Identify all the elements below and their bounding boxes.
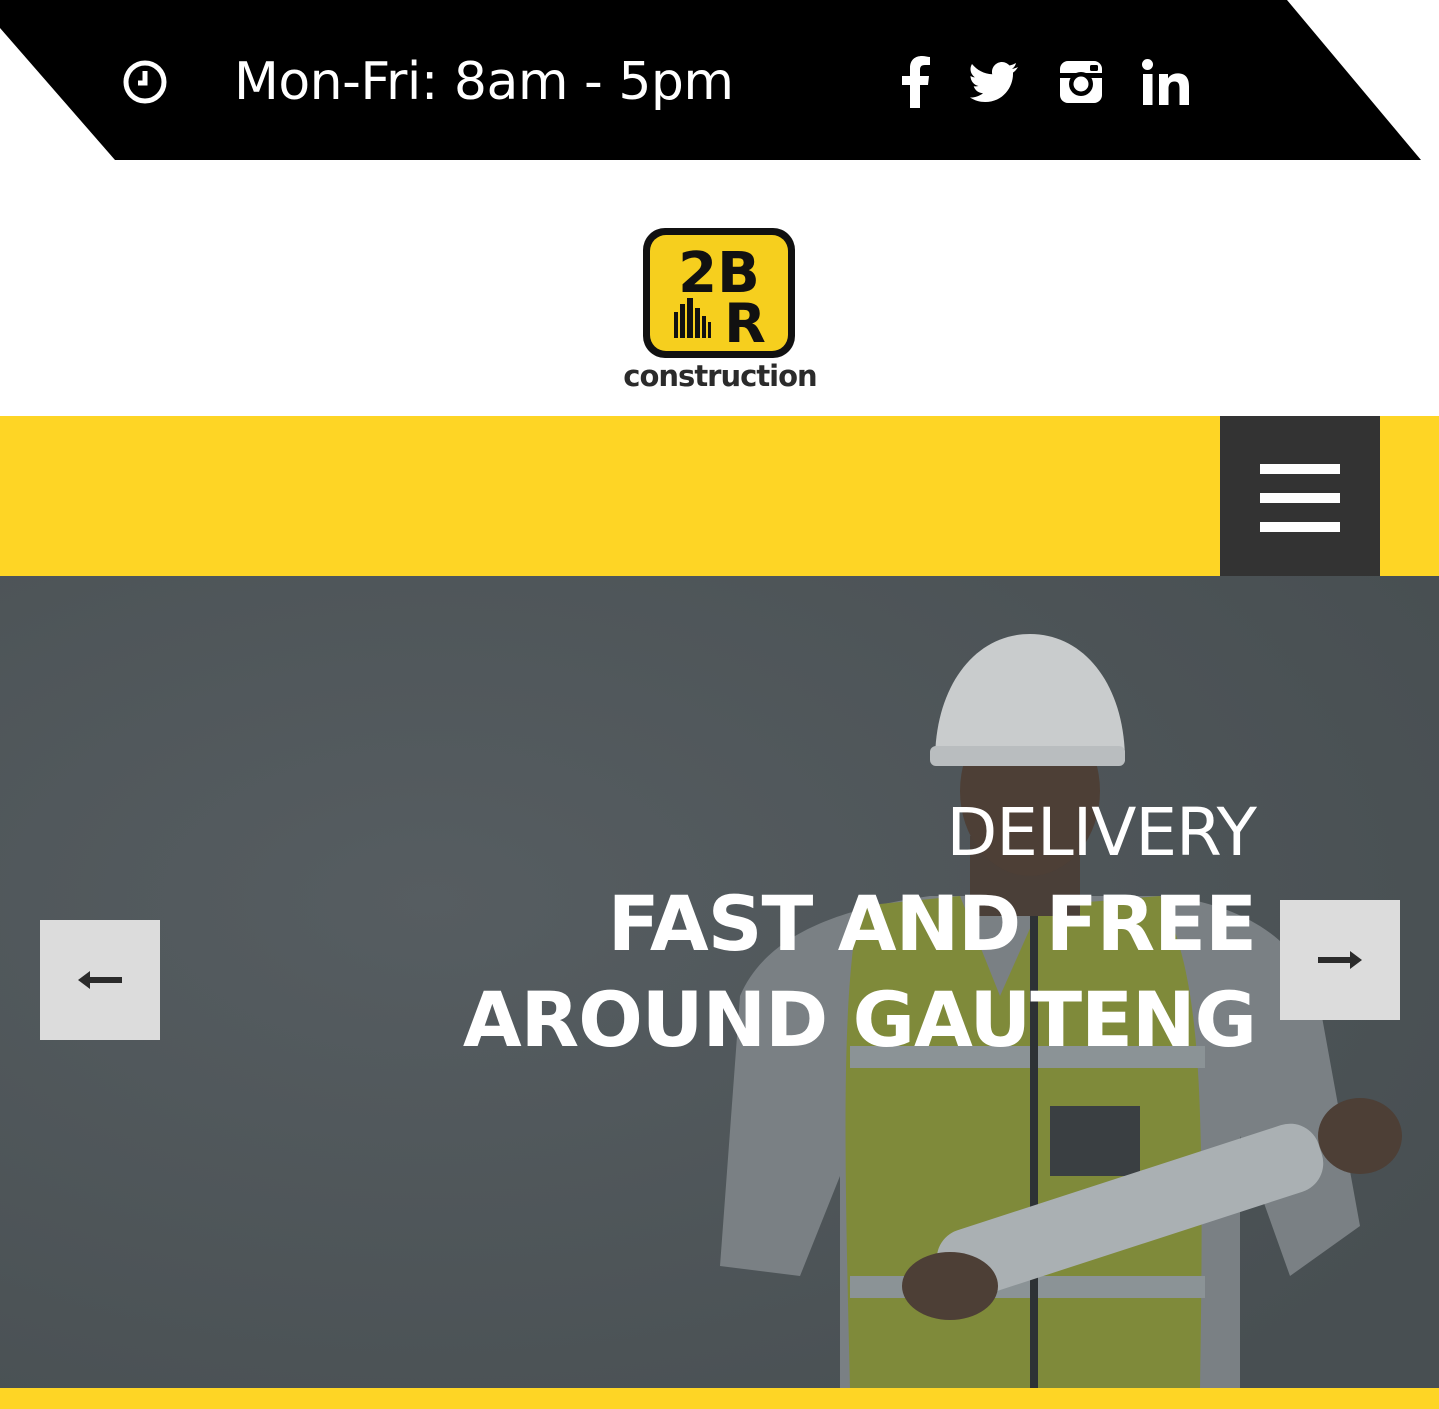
arrow-left-icon [78,971,122,989]
linkedin-icon [1142,59,1189,105]
logo-text-r: R [724,292,766,355]
logo-graphic: 2B R construction [623,228,818,393]
instagram-icon [1060,61,1102,103]
clock-icon [123,60,167,104]
facebook-link[interactable] [890,52,940,112]
twitter-link[interactable] [966,52,1022,112]
site-logo[interactable]: 2B R construction [612,224,827,394]
slider-next-button[interactable] [1280,900,1400,1020]
arrow-right-icon [1318,951,1362,969]
business-hours-text: Mon-Fri: 8am - 5pm [234,52,734,112]
hero-title-line-2: AROUND GAUTENG [462,975,1257,1064]
hero-slider: DELIVERY FAST AND FREE AROUND GAUTENG [0,576,1439,1388]
bottom-accent-strip [0,1388,1439,1409]
linkedin-link[interactable] [1138,52,1194,112]
facebook-icon [902,56,930,108]
instagram-link[interactable] [1054,52,1108,112]
hero-title-line-1: FAST AND FREE [607,879,1257,968]
twitter-icon [970,62,1018,102]
slider-prev-button[interactable] [40,920,160,1040]
business-hours: Mon-Fri: 8am - 5pm [122,48,734,116]
logo-wordmark: construction [623,359,816,393]
top-bar: Mon-Fri: 8am - 5pm [0,0,1439,160]
hero-subtitle: DELIVERY [946,794,1257,871]
hero-title: FAST AND FREE AROUND GAUTENG [356,876,1257,1068]
menu-toggle-button[interactable] [1220,416,1380,576]
